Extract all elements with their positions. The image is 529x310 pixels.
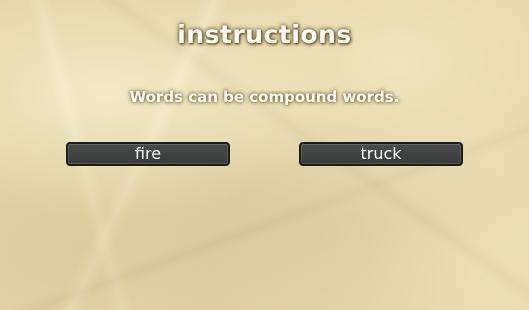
instruction-text: Words can be compound words. (129, 88, 400, 106)
game-screen: instructions Words can be compound words… (0, 0, 529, 310)
word-button-fire[interactable]: fire (66, 142, 230, 166)
word-button-truck[interactable]: truck (299, 142, 463, 166)
page-title: instructions (177, 20, 352, 49)
